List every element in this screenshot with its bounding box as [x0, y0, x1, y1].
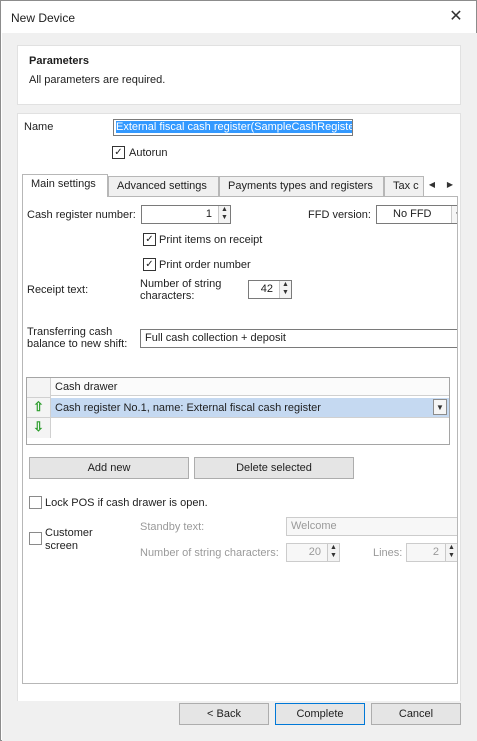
print-items-checkbox[interactable]: ✓: [143, 233, 156, 246]
close-icon[interactable]: ✕: [442, 5, 470, 29]
lock-pos-label: Lock POS if cash drawer is open.: [45, 497, 208, 509]
cash-register-number-spin[interactable]: ▲ ▼: [218, 206, 230, 223]
chevron-down-icon[interactable]: ▼: [433, 399, 447, 415]
cash-drawer-row[interactable]: Cash register No.1, name: External fisca…: [51, 398, 449, 418]
ffd-version-label: FFD version:: [308, 209, 371, 221]
dialog-footer: < Back Complete Cancel: [2, 701, 477, 741]
string-chars-label-line1: Number of string: [140, 278, 222, 290]
customer-chars-value: 20: [308, 546, 321, 558]
print-order-label: Print order number: [159, 259, 251, 271]
customer-chars-label: Number of string characters:: [140, 547, 279, 559]
customer-chars-stepper[interactable]: 20 ▲ ▼: [286, 543, 340, 562]
lines-value: 2: [432, 546, 439, 558]
ffd-version-select[interactable]: No FFD ▼: [376, 205, 457, 224]
dialog-body: Parameters All parameters are required. …: [2, 33, 477, 741]
lock-pos-checkbox[interactable]: [29, 496, 42, 509]
parameters-description: All parameters are required.: [29, 74, 166, 86]
autorun-label: Autorun: [129, 147, 168, 159]
print-items-label: Print items on receipt: [159, 234, 263, 246]
transfer-balance-value: Full cash collection + deposit: [145, 332, 286, 344]
tab-strip: Main settings Advanced settings Payments…: [22, 174, 458, 197]
lines-spin[interactable]: ▲ ▼: [445, 544, 457, 561]
move-down-icon[interactable]: ⇩: [27, 418, 51, 438]
delete-selected-button[interactable]: Delete selected: [194, 457, 354, 479]
tab-scroll-right-icon[interactable]: ▶: [444, 178, 456, 192]
cash-register-number-stepper[interactable]: 1 ▲ ▼: [141, 205, 231, 224]
window-title: New Device: [11, 11, 76, 25]
name-input[interactable]: External fiscal cash register(SampleCash…: [113, 119, 353, 136]
customer-screen-checkbox[interactable]: [29, 532, 42, 545]
name-input-value: External fiscal cash register(SampleCash…: [116, 121, 352, 133]
move-up-icon[interactable]: ⇧: [27, 398, 51, 418]
standby-text-label: Standby text:: [140, 521, 205, 533]
settings-panel: Name External fiscal cash register(Sampl…: [17, 113, 461, 713]
tab-payments-types[interactable]: Payments types and registers: [219, 176, 384, 196]
spin-up-icon[interactable]: ▲: [446, 544, 457, 552]
transfer-label-line1: Transferring cash: [27, 326, 113, 338]
standby-text-value: Welcome: [291, 520, 337, 532]
customer-screen-label-line2: screen: [45, 540, 79, 552]
spin-up-icon[interactable]: ▲: [219, 206, 230, 214]
main-settings-panel: Cash register number: 1 ▲ ▼ FFD version:…: [22, 196, 458, 684]
add-new-button[interactable]: Add new: [29, 457, 189, 479]
cash-drawer-header: Cash drawer: [51, 378, 449, 396]
tab-scroll-left-icon[interactable]: ◀: [426, 178, 438, 192]
spin-down-icon[interactable]: ▼: [446, 552, 457, 560]
receipt-text-label: Receipt text:: [27, 284, 89, 296]
spin-up-icon[interactable]: ▲: [328, 544, 339, 552]
string-chars-label-line2: characters:: [140, 290, 195, 302]
cash-drawer-grid: Cash drawer ⇧ Cash register No.1, name: …: [26, 377, 450, 445]
transfer-balance-select[interactable]: Full cash collection + deposit: [140, 329, 457, 348]
chevron-down-icon[interactable]: ▼: [451, 206, 457, 223]
lines-label: Lines:: [373, 547, 403, 559]
customer-chars-spin[interactable]: ▲ ▼: [327, 544, 339, 561]
cash-drawer-row-value: Cash register No.1, name: External fisca…: [55, 402, 321, 414]
spin-down-icon[interactable]: ▼: [328, 552, 339, 560]
name-label: Name: [24, 121, 54, 133]
tab-advanced-settings[interactable]: Advanced settings: [108, 176, 219, 196]
back-button[interactable]: < Back: [179, 703, 269, 725]
spin-up-icon[interactable]: ▲: [280, 281, 291, 289]
grid-corner: [27, 378, 51, 398]
complete-button[interactable]: Complete: [275, 703, 365, 725]
string-chars-value: 42: [260, 283, 273, 295]
tab-main-settings[interactable]: Main settings: [22, 174, 108, 197]
spin-down-icon[interactable]: ▼: [280, 289, 291, 297]
print-order-checkbox[interactable]: ✓: [143, 258, 156, 271]
ffd-version-value: No FFD: [393, 208, 432, 220]
parameters-title: Parameters: [29, 55, 89, 67]
cash-register-number-value: 1: [205, 208, 212, 220]
string-chars-stepper[interactable]: 42 ▲ ▼: [248, 280, 292, 299]
tab-tax[interactable]: Tax c: [384, 176, 424, 196]
cancel-button[interactable]: Cancel: [371, 703, 461, 725]
title-bar: New Device ✕: [1, 1, 476, 33]
parameters-header: Parameters All parameters are required.: [17, 45, 461, 105]
spin-down-icon[interactable]: ▼: [219, 214, 230, 222]
customer-screen-label-line1: Customer: [45, 527, 93, 539]
lines-stepper[interactable]: 2 ▲ ▼: [406, 543, 457, 562]
cash-register-number-label: Cash register number:: [27, 209, 136, 221]
standby-text-input[interactable]: Welcome: [286, 517, 457, 536]
new-device-dialog: New Device ✕ Parameters All parameters a…: [0, 0, 477, 741]
autorun-checkbox[interactable]: ✓: [112, 146, 125, 159]
transfer-label-line2: balance to new shift:: [27, 338, 128, 350]
string-chars-spin[interactable]: ▲ ▼: [279, 281, 291, 298]
